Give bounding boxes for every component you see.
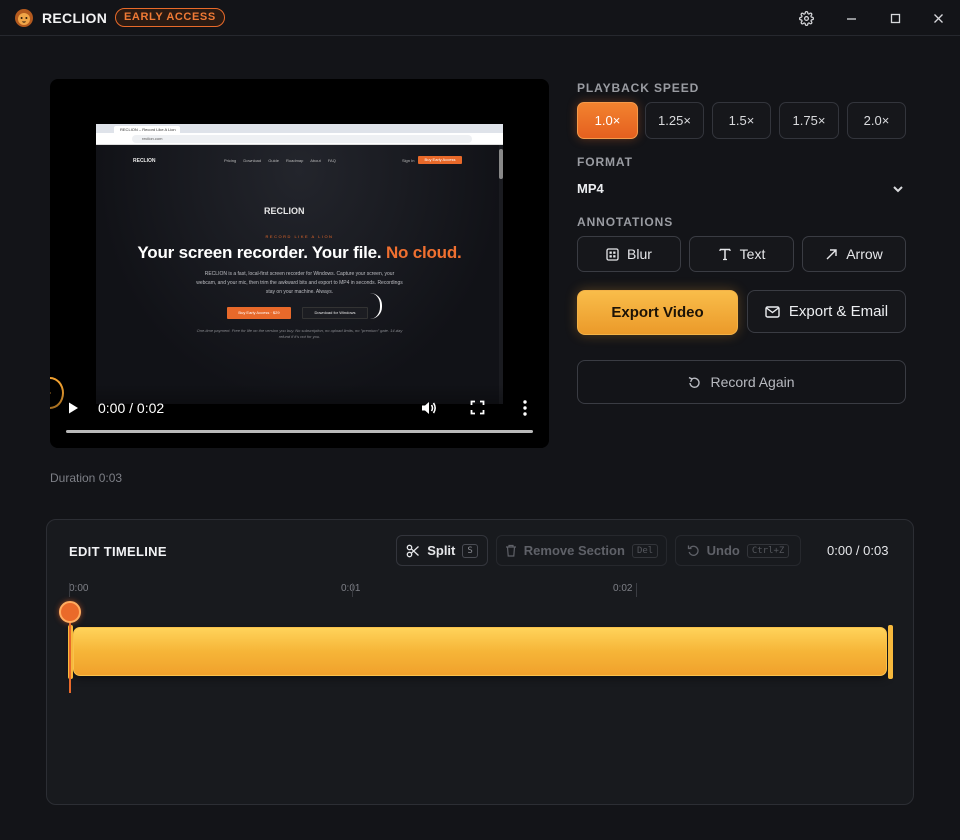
site-hero-logo: RECLION xyxy=(264,206,305,216)
text-icon xyxy=(719,248,731,261)
text-button[interactable]: Text xyxy=(689,236,794,272)
site-logo: RECLION xyxy=(133,158,156,164)
edit-timeline-title: EDIT TIMELINE xyxy=(69,544,167,559)
export-email-button[interactable]: Export & Email xyxy=(747,290,906,333)
site-download-button: Download for Windows xyxy=(302,307,368,319)
speed-button-1-5[interactable]: 1.5× xyxy=(712,102,771,139)
site-fine-print: One-time payment. Free for life on the v… xyxy=(196,328,403,339)
remove-section-label: Remove Section xyxy=(523,543,625,558)
site-hero-accent: No cloud. xyxy=(385,243,462,262)
record-again-label: Record Again xyxy=(710,374,795,390)
arrow-label: Arrow xyxy=(846,246,883,262)
timeline-time: 0:00 / 0:03 xyxy=(827,543,889,558)
play-icon[interactable] xyxy=(66,401,80,420)
volume-icon[interactable] xyxy=(420,399,438,422)
tick-mark xyxy=(636,583,637,597)
tick-label-2: 0:02 xyxy=(613,583,633,594)
arrow-up-right-icon xyxy=(826,248,837,259)
site-hero-main: Your screen recorder. Your file. xyxy=(137,243,382,262)
text-label: Text xyxy=(739,246,766,262)
early-access-badge: EARLY ACCESS xyxy=(115,8,225,27)
playhead-handle[interactable] xyxy=(59,601,81,623)
speed-button-1-0[interactable]: 1.0× xyxy=(577,102,638,139)
trash-icon xyxy=(505,544,516,557)
undo-label: Undo xyxy=(706,543,740,558)
edit-timeline-panel: EDIT TIMELINE Split S Remove Section Del… xyxy=(46,519,914,805)
video-progress-bar[interactable] xyxy=(66,430,533,433)
site-sign-in: Sign In xyxy=(402,158,415,163)
export-video-button[interactable]: Export Video xyxy=(577,290,738,335)
fullscreen-icon[interactable] xyxy=(470,400,485,420)
remove-section-shortcut: Del xyxy=(631,543,659,558)
split-label: Split xyxy=(427,543,456,558)
speed-button-1-25[interactable]: 1.25× xyxy=(645,102,704,139)
blur-grid-icon xyxy=(606,247,619,261)
undo-icon xyxy=(687,545,699,556)
lion-logo-icon xyxy=(15,9,33,27)
video-player[interactable]: RECLION – Record Like A Lion reclion.com… xyxy=(50,79,549,448)
browser-tab-strip: RECLION – Record Like A Lion xyxy=(96,124,503,133)
more-options-icon[interactable] xyxy=(522,399,528,422)
minimize-icon[interactable] xyxy=(841,8,861,28)
tick-mark xyxy=(69,583,70,597)
close-icon[interactable] xyxy=(928,8,948,28)
blur-button[interactable]: Blur xyxy=(577,236,681,272)
duration-label: Duration 0:03 xyxy=(50,471,123,485)
undo-shortcut: Ctrl+Z xyxy=(746,543,790,558)
browser-address-bar: reclion.com xyxy=(96,133,503,145)
blur-label: Blur xyxy=(627,246,652,262)
video-time: 0:00 / 0:02 xyxy=(98,400,165,416)
trim-handle-end[interactable] xyxy=(888,625,893,679)
format-label: FORMAT xyxy=(577,155,633,169)
tick-label-1: 0:01 xyxy=(341,583,361,594)
site-tagline: RECORD LIKE A LION xyxy=(265,234,334,239)
split-shortcut: S xyxy=(462,543,478,558)
record-again-button[interactable]: Record Again xyxy=(577,360,906,404)
export-email-label: Export & Email xyxy=(788,303,889,320)
title-bar: RECLION EARLY ACCESS xyxy=(0,0,960,36)
undo-button[interactable]: Undo Ctrl+Z xyxy=(675,535,801,566)
chevron-down-icon[interactable] xyxy=(892,183,904,195)
rotate-icon xyxy=(689,376,701,388)
remove-section-button[interactable]: Remove Section Del xyxy=(496,535,667,566)
tick-label-0: 0:00 xyxy=(69,583,89,594)
format-select[interactable]: MP4 xyxy=(577,181,604,196)
browser-url: reclion.com xyxy=(132,135,472,143)
playhead-line xyxy=(69,615,71,693)
annotations-label: ANNOTATIONS xyxy=(577,215,674,229)
scissors-icon xyxy=(406,544,420,557)
site-nav: Pricing Download Guide Roadmap About FAQ xyxy=(224,158,336,163)
app-name: RECLION xyxy=(42,10,108,26)
speed-button-1-75[interactable]: 1.75× xyxy=(779,102,839,139)
gear-icon[interactable] xyxy=(796,8,816,28)
site-scrollbar xyxy=(499,145,503,404)
playback-speed-label: PLAYBACK SPEED xyxy=(577,81,700,95)
browser-tab: RECLION – Record Like A Lion xyxy=(114,126,180,133)
tick-mark xyxy=(352,583,353,597)
video-clip-segment[interactable] xyxy=(73,627,887,676)
video-controls: 0:00 / 0:02 xyxy=(50,384,549,448)
speed-button-2-0[interactable]: 2.0× xyxy=(847,102,906,139)
recording-preview: RECLION – Record Like A Lion reclion.com… xyxy=(96,124,503,404)
maximize-icon[interactable] xyxy=(885,8,905,28)
split-button[interactable]: Split S xyxy=(396,535,488,566)
arrow-button[interactable]: Arrow xyxy=(802,236,906,272)
website-preview: RECLION Pricing Download Guide Roadmap A… xyxy=(96,145,503,404)
mail-icon xyxy=(765,305,780,318)
site-nav-cta: Buy Early Access xyxy=(418,156,462,164)
site-buy-button: Buy Early Access · $29 xyxy=(227,307,291,319)
site-hero-headline: Your screen recorder. Your file. No clou… xyxy=(96,243,503,263)
